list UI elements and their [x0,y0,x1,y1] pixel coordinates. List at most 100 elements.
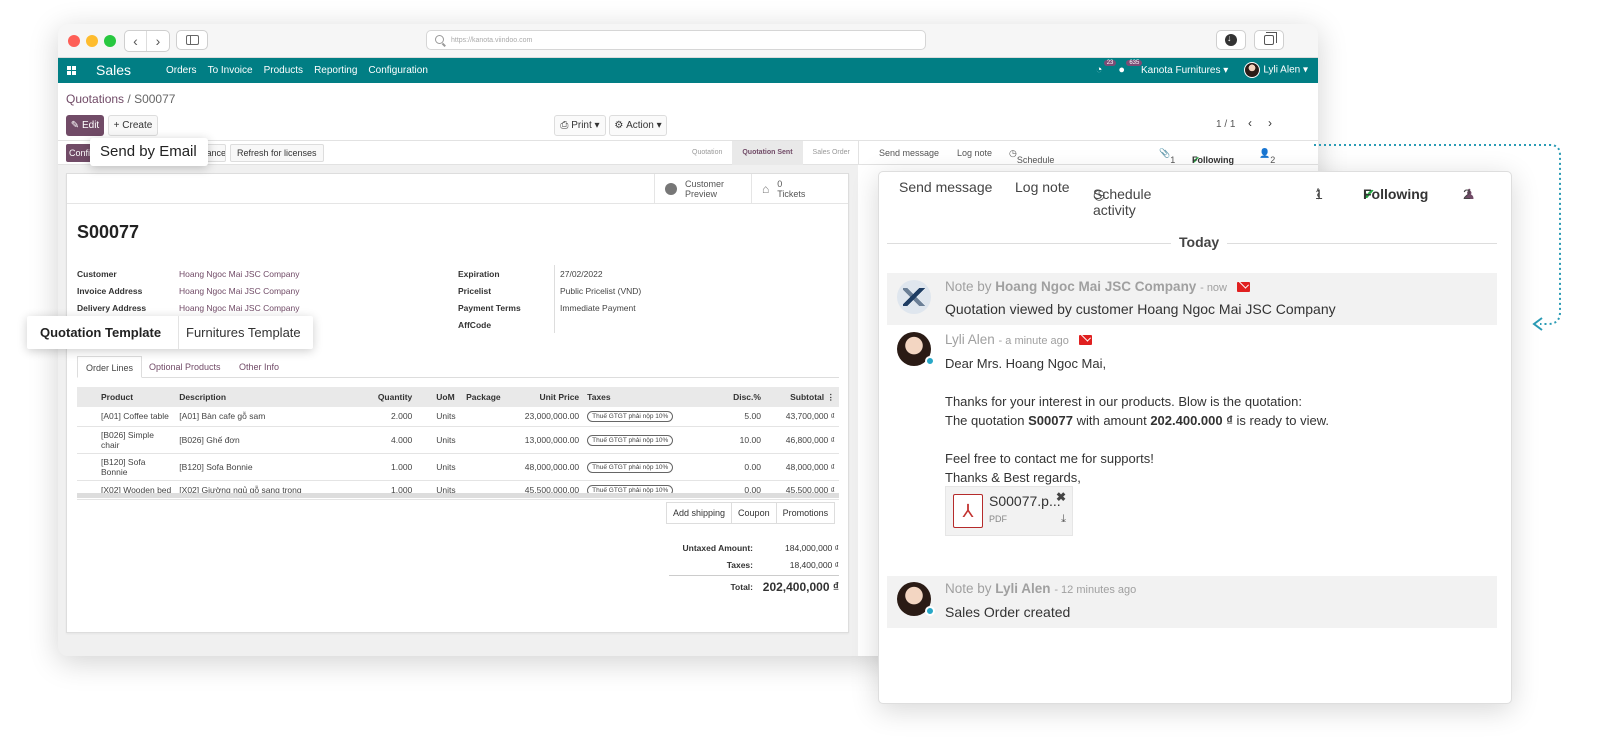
company-switcher[interactable]: Kanota Furnitures ▾ [1141,65,1228,76]
app-name[interactable]: Sales [96,62,131,78]
order-lines-table: Product Description Quantity UoM Package… [77,387,839,500]
breadcrumb-quotations-link[interactable]: Quotations [66,92,124,106]
followers-button-small[interactable]: 👤 2 [1259,148,1275,165]
field-separator [178,316,179,349]
menu-orders[interactable]: Orders [166,65,197,76]
table-row[interactable]: [B120] Sofa Bonnie [B120] Sofa Bonnie 1.… [77,453,839,481]
action-dropdown[interactable]: ⚙ Action ▾ [609,115,667,136]
attachments-button-small[interactable]: 📎 1 [1159,148,1175,165]
add-shipping-button[interactable]: Add shipping [666,502,733,524]
message-author[interactable]: Hoang Ngoc Mai JSC Company [995,279,1196,294]
history-nav: ‹ › [124,30,170,52]
stage-sales-order[interactable]: Sales Order [803,141,860,165]
printer-icon: ⎙ [560,120,569,131]
payment-terms-label: Payment Terms [458,303,521,313]
col-taxes[interactable]: Taxes [583,387,687,407]
menu-reporting[interactable]: Reporting [314,65,357,76]
envelope-icon[interactable] [1236,282,1250,293]
company-avatar[interactable] [897,280,931,314]
tabs-overview-button[interactable] [1254,30,1284,50]
print-dropdown[interactable]: ⎙ Print ▾ [554,115,606,136]
remove-attachment-icon[interactable]: ✖ [1056,490,1066,504]
payment-terms-field[interactable]: Immediate Payment [560,303,636,313]
menu-configuration[interactable]: Configuration [368,65,427,76]
send-by-email-button[interactable]: Send by Email [90,138,208,166]
form-statusbar: Confirm Cancel Refresh for licenses Quot… [58,141,1318,175]
col-quantity[interactable]: Quantity [350,387,417,407]
col-package[interactable]: Package [462,387,508,407]
apps-menu-icon[interactable] [67,66,76,75]
refresh-licenses-button[interactable]: Refresh for licenses [230,144,324,162]
attachment-card[interactable]: ⅄ S00077.p... PDF ✖ ⤓ [945,486,1073,536]
page-title: S00077 [77,222,140,242]
menu-to-invoice[interactable]: To Invoice [208,65,253,76]
tickets-button[interactable]: ⌂ 0 Tickets [751,174,847,204]
message-author[interactable]: Lyli Alen [995,581,1050,596]
maximize-window-button[interactable] [104,35,116,47]
delivery-address-field[interactable]: Hoang Ngoc Mai JSC Company [179,303,299,313]
col-product[interactable]: Product [77,387,176,407]
log-note-button-small[interactable]: Log note [957,148,992,158]
invoice-address-field[interactable]: Hoang Ngoc Mai JSC Company [179,286,299,296]
untaxed-value: 184,000,000 ₫ [785,542,839,553]
minimize-window-button[interactable] [86,35,98,47]
send-message-button[interactable]: Send message [899,179,992,195]
quotation-template-field[interactable]: Quotation Template Furnitures Template [27,316,313,349]
stage-quotation-sent[interactable]: Quotation Sent [732,141,803,165]
attachment-type: PDF [989,514,1007,524]
col-description[interactable]: Description [175,387,351,407]
user-menu[interactable]: Lyli Alen ▾ [1244,62,1308,78]
attachment-name: S00077.p... [989,493,1061,509]
activity-menu[interactable]: ◔ 23 [1096,60,1117,76]
back-button[interactable]: ‹ [125,31,147,51]
envelope-icon[interactable] [1078,335,1092,346]
message-time: - a minute ago [998,335,1069,347]
activity-count: 23 [1103,60,1117,66]
tab-order-lines[interactable]: Order Lines [77,356,143,378]
schedule-activity-button-small[interactable]: ◷ Schedule activity [1009,148,1054,175]
col-discount[interactable]: Disc.% [686,387,765,407]
forward-button[interactable]: › [147,31,169,51]
close-window-button[interactable] [68,35,80,47]
customer-field[interactable]: Hoang Ngoc Mai JSC Company [179,269,299,279]
messaging-menu[interactable]: ● 635 [1118,60,1143,76]
message-body: Dear Mrs. Hoang Ngoc Mai, Thanks for you… [945,356,1330,485]
expiration-field[interactable]: 27/02/2022 [560,269,603,279]
download-icon[interactable]: ⤓ [1061,513,1066,526]
quotation-template-label: Quotation Template [40,325,162,340]
col-subtotal[interactable]: Subtotal ⋮ [764,387,839,407]
chatter-panel: Send message Log note ◷ Schedule activit… [878,171,1512,704]
table-row[interactable]: [B026] Simple chair [B026] Ghế đơn 4.000… [77,426,839,454]
table-header: Product Description Quantity UoM Package… [77,387,839,407]
stage-quotation[interactable]: Quotation [682,141,732,165]
downloads-button[interactable] [1216,30,1246,50]
pricelist-field[interactable]: Public Pricelist (VND) [560,286,641,296]
create-button[interactable]: + Create [108,115,158,136]
log-note-button[interactable]: Log note [1015,179,1070,195]
tab-other-info[interactable]: Other Info [231,356,287,378]
col-unit-price[interactable]: Unit Price [507,387,584,407]
sidebar-toggle-button[interactable] [176,30,208,50]
col-uom[interactable]: UoM [416,387,463,407]
edit-button[interactable]: ✎ Edit [66,115,104,136]
send-message-button-small[interactable]: Send message [879,148,939,158]
quotation-template-value[interactable]: Furnitures Template [186,325,301,340]
taxes-label: Taxes: [726,559,753,570]
customer-preview-button[interactable]: Customer Preview [654,174,750,204]
table-row[interactable]: [A01] Coffee table [A01] Bàn cafe gỗ sam… [77,407,839,427]
message-count: 635 [1126,60,1143,66]
message-header: Note by Lyli Alen - 12 minutes ago [945,581,1137,596]
table-scrollbar[interactable] [77,493,839,498]
promotions-button[interactable]: Promotions [775,502,836,524]
chatter-topbar-small: Send message Log note ◷ Schedule activit… [858,141,1318,175]
message-author[interactable]: Lyli Alen [945,332,995,347]
tab-optional-products[interactable]: Optional Products [141,356,229,378]
plus-icon: + [113,120,120,131]
column-options-icon[interactable]: ⋮ [827,392,836,402]
pager-next-button[interactable]: › [1268,116,1272,130]
coupon-button[interactable]: Coupon [731,502,777,524]
sheet-divider [67,203,848,204]
pager-previous-button[interactable]: ‹ [1248,116,1252,130]
menu-products[interactable]: Products [264,65,303,76]
address-bar[interactable]: https://kanota.viindoo.com [426,30,926,50]
